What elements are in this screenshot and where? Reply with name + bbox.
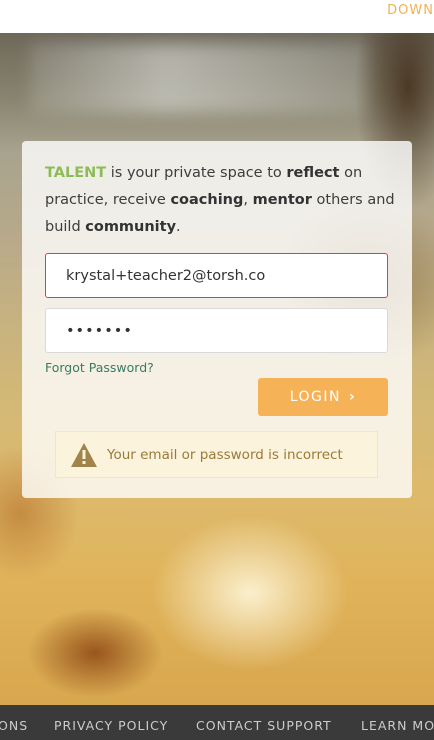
intro-text-part: ,	[243, 192, 253, 208]
warning-icon	[71, 442, 97, 467]
footer-link-privacy-policy[interactable]: PRIVACY POLICY	[54, 718, 168, 733]
footer-link-learn-more[interactable]: LEARN MO	[361, 718, 434, 733]
brand-name: TALENT	[45, 165, 107, 181]
error-alert: Your email or password is incorrect	[55, 431, 378, 478]
login-card: TALENT is your private space to reflect …	[22, 141, 412, 498]
intro-text-part: is your private space to	[106, 165, 287, 181]
down-link[interactable]: DOWN	[387, 3, 434, 18]
footer-link-contact-support[interactable]: CONTACT SUPPORT	[196, 718, 332, 733]
top-bar: DOWN	[0, 0, 434, 33]
login-button-label: LOGIN	[289, 389, 341, 405]
intro-bold-mentor: mentor	[252, 192, 312, 208]
login-button[interactable]: LOGIN ›	[258, 378, 388, 416]
footer-bar: ONS PRIVACY POLICY CONTACT SUPPORT LEARN…	[0, 705, 434, 740]
intro-bold-coaching: coaching	[170, 192, 244, 208]
error-message: Your email or password is incorrect	[107, 446, 343, 463]
email-field[interactable]	[45, 253, 388, 298]
password-field[interactable]	[45, 308, 388, 353]
intro-bold-community: community	[85, 219, 177, 235]
intro-bold-reflect: reflect	[286, 165, 340, 181]
chevron-right-icon: ›	[349, 389, 357, 405]
footer-link-partial-left[interactable]: ONS	[0, 718, 28, 733]
intro-text-part: .	[176, 219, 181, 235]
background-window-light	[30, 43, 370, 113]
forgot-password-link[interactable]: Forgot Password?	[45, 360, 154, 375]
intro-text: TALENT is your private space to reflect …	[45, 160, 395, 241]
